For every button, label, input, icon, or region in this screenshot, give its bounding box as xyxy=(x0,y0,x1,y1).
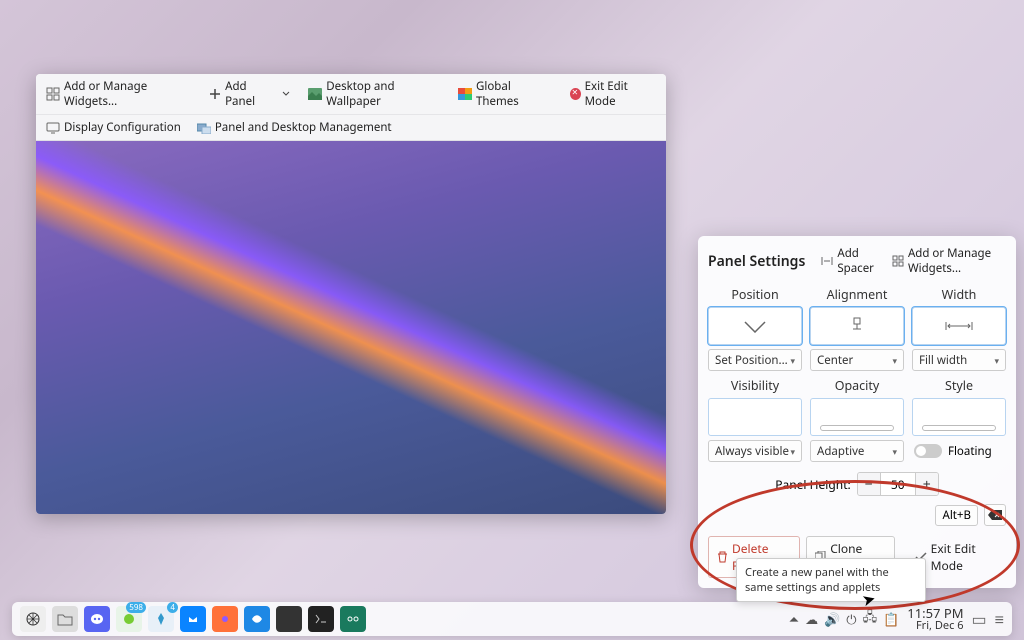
desktop-wallpaper-label: Desktop and Wallpaper xyxy=(326,79,442,109)
panel-add-widgets-button[interactable]: Add or Manage Widgets... xyxy=(888,244,1006,278)
position-preview[interactable] xyxy=(708,307,802,345)
add-panel-label: Add Panel xyxy=(225,79,275,109)
tray-cloud-icon[interactable]: ☁ xyxy=(805,610,818,628)
floating-toggle[interactable] xyxy=(914,444,942,458)
thunderbird-button[interactable] xyxy=(180,606,206,632)
visibility-select[interactable]: Always visible▾ xyxy=(708,440,802,462)
panel-settings-popup: Panel Settings Add Spacer Add or Manage … xyxy=(698,236,1016,588)
clone-panel-tooltip: Create a new panel with the same setting… xyxy=(736,558,926,602)
add-widgets-label: Add or Manage Widgets... xyxy=(64,79,192,109)
clock[interactable]: 11:57 PM Fri, Dec 6 xyxy=(907,606,963,632)
firefox-button[interactable] xyxy=(212,606,238,632)
tray-clipboard-icon[interactable]: 📋 xyxy=(883,610,899,628)
spacer-icon xyxy=(821,256,833,266)
taskbar: 598 4 ⏶ ☁ 🔊 ⏻ 🖧 📋 11:57 PM Fri, Dec 6 ▭ … xyxy=(12,602,1012,636)
panel-height-label: Panel Height: xyxy=(775,476,851,493)
panel-add-widgets-label: Add or Manage Widgets... xyxy=(908,246,1002,276)
show-desktop-button[interactable]: ▭ xyxy=(972,608,987,630)
opacity-label: Opacity xyxy=(835,377,880,394)
add-widgets-button[interactable]: Add or Manage Widgets... xyxy=(40,77,198,111)
badge-598: 598 xyxy=(126,602,146,613)
chevron-down-icon: ▾ xyxy=(892,354,897,367)
add-spacer-button[interactable]: Add Spacer xyxy=(817,244,880,278)
width-preview[interactable] xyxy=(912,307,1006,345)
themes-icon xyxy=(458,87,472,101)
start-button[interactable] xyxy=(20,606,46,632)
position-select[interactable]: Set Position...▾ xyxy=(708,349,802,371)
width-label: Width xyxy=(942,286,977,303)
style-preview[interactable] xyxy=(912,398,1006,436)
app1-button[interactable]: 598 xyxy=(116,606,142,632)
position-label: Position xyxy=(731,286,778,303)
opacity-preview[interactable] xyxy=(810,398,904,436)
tray-up-icon[interactable]: ⏶ xyxy=(789,610,799,628)
panel-mgmt-button[interactable]: Panel and Desktop Management xyxy=(191,118,398,137)
alignment-label: Alignment xyxy=(827,286,888,303)
chevron-down-icon: ▾ xyxy=(892,445,897,458)
visibility-preview[interactable] xyxy=(708,398,802,436)
editor-toolbar-row1: Add or Manage Widgets... Add Panel Deskt… xyxy=(36,74,666,115)
display-config-button[interactable]: Display Configuration xyxy=(40,118,187,137)
app4-button[interactable] xyxy=(276,606,302,632)
desktop-wallpaper-button[interactable]: Desktop and Wallpaper xyxy=(302,77,448,111)
close-icon xyxy=(570,88,581,100)
editor-toolbar-row2: Display Configuration Panel and Desktop … xyxy=(36,115,666,141)
panel-mgmt-label: Panel and Desktop Management xyxy=(215,120,392,135)
chevron-down-icon: ▾ xyxy=(790,445,795,458)
app5-button[interactable] xyxy=(340,606,366,632)
app3-button[interactable] xyxy=(244,606,270,632)
display-icon xyxy=(46,121,60,135)
shortcut-clear-button[interactable] xyxy=(984,504,1006,526)
plus-icon xyxy=(208,87,221,101)
height-minus-button[interactable]: − xyxy=(858,473,880,495)
clock-date: Fri, Dec 6 xyxy=(907,620,963,632)
chevron-down-icon: ▾ xyxy=(790,354,795,367)
app2-button[interactable]: 4 xyxy=(148,606,174,632)
alignment-select[interactable]: Center▾ xyxy=(810,349,904,371)
chevron-down-icon: ▾ xyxy=(994,354,999,367)
desktop-wallpaper-preview xyxy=(36,141,666,514)
panel-height-spin: − + xyxy=(857,472,939,496)
terminal-button[interactable] xyxy=(308,606,334,632)
panel-settings-title: Panel Settings xyxy=(708,252,809,271)
global-themes-button[interactable]: Global Themes xyxy=(452,77,556,111)
file-manager-button[interactable] xyxy=(52,606,78,632)
exit-edit-mode-button[interactable]: Exit Edit Mode xyxy=(564,77,662,111)
style-label: Style xyxy=(945,377,973,394)
height-plus-button[interactable]: + xyxy=(916,473,938,495)
panel-exit-label: Exit Edit Mode xyxy=(931,540,998,574)
opacity-select[interactable]: Adaptive▾ xyxy=(810,440,904,462)
style-value: Floating xyxy=(948,444,992,459)
chevron-down-icon xyxy=(279,87,292,101)
discord-button[interactable] xyxy=(84,606,110,632)
widgets-icon xyxy=(892,255,904,267)
badge-4: 4 xyxy=(167,602,178,613)
tray-volume-icon[interactable]: 🔊 xyxy=(824,610,840,628)
desktop-editor-window: Add or Manage Widgets... Add Panel Deskt… xyxy=(36,74,666,514)
trash-icon xyxy=(717,551,728,563)
exit-label: Exit Edit Mode xyxy=(585,79,656,109)
wallpaper-icon xyxy=(308,87,322,101)
add-panel-button[interactable]: Add Panel xyxy=(202,77,298,111)
shortcut-display[interactable]: Alt+B xyxy=(935,505,978,526)
tray-menu-icon[interactable]: ≡ xyxy=(995,608,1004,630)
visibility-label: Visibility xyxy=(731,377,779,394)
panel-mgmt-icon xyxy=(197,121,211,135)
global-themes-label: Global Themes xyxy=(476,79,550,109)
height-input[interactable] xyxy=(880,473,916,495)
add-spacer-label: Add Spacer xyxy=(837,246,876,276)
system-tray: ⏶ ☁ 🔊 ⏻ 🖧 📋 xyxy=(789,607,900,630)
widgets-icon xyxy=(46,87,60,101)
display-config-label: Display Configuration xyxy=(64,120,181,135)
alignment-preview[interactable] xyxy=(810,307,904,345)
tray-power-icon[interactable]: ⏻ xyxy=(846,610,856,628)
width-select[interactable]: Fill width▾ xyxy=(912,349,1006,371)
